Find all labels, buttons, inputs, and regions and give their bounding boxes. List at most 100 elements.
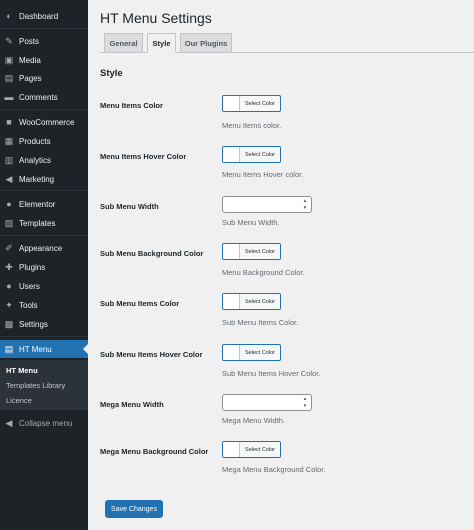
sidebar-item-label: Analytics [19, 155, 52, 165]
sidebar-item-templates[interactable]: ▧ Templates [0, 214, 88, 232]
tab-style[interactable]: Style [147, 33, 176, 53]
sidebar-item-posts[interactable]: ✎ Posts [0, 32, 88, 50]
sidebar-item-label: Plugins [19, 262, 46, 272]
submenu-item-htmenu[interactable]: HT Menu [6, 366, 38, 375]
sidebar-item-media[interactable]: ▣ Media [0, 51, 88, 69]
sidebar-item-woocommerce[interactable]: ■ WooCommerce [0, 113, 88, 131]
sidebar-separator [0, 109, 88, 110]
color-swatch [223, 244, 240, 259]
sidebar-item-label: Products [19, 136, 51, 146]
sidebar-item-plugins[interactable]: ✚ Plugins [0, 258, 88, 276]
templates-icon: ▧ [4, 217, 14, 228]
field-label: Menu Items Color [100, 101, 163, 110]
htmenu-submenu: HT Menu Templates Library Licence [0, 360, 88, 410]
sidebar-item-elementor[interactable]: ● Elementor [0, 195, 88, 213]
sidebar-item-label: Users [19, 281, 40, 291]
media-icon: ▣ [4, 54, 14, 65]
menu-items-hover-color-picker[interactable]: Select Color [222, 146, 281, 163]
pages-icon: ▤ [4, 72, 14, 83]
sidebar-item-htmenu[interactable]: ▤ HT Menu [0, 340, 88, 358]
sidebar-item-analytics[interactable]: ▥ Analytics [0, 151, 88, 169]
sidebar-item-label: HT Menu [19, 344, 52, 354]
menu-items-color-picker[interactable]: Select Color [222, 95, 281, 112]
active-indicator [83, 344, 88, 354]
field-description: Sub Menu Width. [222, 218, 280, 227]
sidebar-item-label: Posts [19, 36, 40, 46]
number-spinner-icon[interactable]: ▲ ▼ [302, 396, 308, 408]
wrench-icon: ✦ [5, 299, 13, 310]
sidebar-item-label: Tools [19, 300, 38, 310]
sidebar-item-dashboard[interactable]: ◐ Dashboard [0, 7, 88, 25]
field-description: Menu Items Hover color. [222, 170, 304, 179]
sidebar-item-label: Pages [19, 73, 42, 83]
users-icon: ● [6, 280, 12, 291]
mega-menu-background-color-picker[interactable]: Select Color [222, 441, 281, 458]
sidebar-item-label: Media [19, 55, 41, 65]
field-description: Menu Background Color. [222, 268, 305, 277]
sidebar-item-label: Settings [19, 319, 48, 329]
save-changes-button[interactable]: Save Changes [105, 500, 163, 518]
admin-sidebar: ◐ Dashboard ✎ Posts ▣ Media ▤ Pages ▬ Comment… [0, 0, 88, 530]
field-label: Sub Menu Background Color [100, 249, 204, 258]
page-title: HT Menu Settings [100, 10, 212, 26]
field-description: Mega Menu Width. [222, 416, 285, 425]
sidebar-item-label: Dashboard [19, 11, 59, 21]
field-description: Sub Menu Items Hover Color. [222, 369, 321, 378]
submenu-item-templates-library[interactable]: Templates Library [6, 381, 65, 390]
field-description: Mega Menu Background Color. [222, 465, 326, 474]
tab-our-plugins[interactable]: Our Plugins [180, 33, 232, 53]
sidebar-item-label: Elementor [19, 199, 56, 209]
select-color-label: Select Color [245, 349, 275, 356]
sidebar-item-tools[interactable]: ✦ Tools [0, 296, 88, 314]
sidebar-item-comments[interactable]: ▬ Comments [0, 88, 88, 106]
sidebar-item-marketing[interactable]: ◀ Marketing [0, 170, 88, 188]
htmenu-icon: ▤ [4, 343, 14, 354]
color-swatch [223, 294, 240, 309]
woocommerce-icon: ■ [6, 116, 12, 127]
pin-icon: ✎ [5, 35, 13, 46]
megaphone-icon: ◀ [5, 173, 13, 184]
collapse-menu-label: Collapse menu [19, 418, 73, 428]
field-label: Sub Menu Width [100, 202, 159, 211]
sidebar-separator [0, 336, 88, 337]
color-swatch [223, 96, 240, 111]
sidebar-item-label: WooCommerce [19, 117, 75, 127]
color-swatch [223, 442, 240, 457]
sub-menu-background-color-picker[interactable]: Select Color [222, 243, 281, 260]
field-label: Menu Items Hover Color [100, 152, 187, 161]
sidebar-item-users[interactable]: ● Users [0, 277, 88, 295]
field-description: Menu Items color. [222, 121, 282, 130]
field-description: Sub Menu Items Color. [222, 318, 299, 327]
sub-menu-items-hover-color-picker[interactable]: Select Color [222, 344, 281, 361]
sidebar-item-appearance[interactable]: ✐ Appearance [0, 239, 88, 257]
sidebar-separator [0, 28, 88, 29]
dashboard-icon: ◐ [6, 10, 12, 21]
plugins-icon: ✚ [5, 261, 13, 272]
sidebar-item-products[interactable]: ▦ Products [0, 132, 88, 150]
sidebar-item-label: Appearance [19, 243, 63, 253]
sidebar-separator [0, 190, 88, 191]
field-label: Mega Menu Width [100, 400, 164, 409]
sub-menu-items-color-picker[interactable]: Select Color [222, 293, 281, 310]
products-icon: ▦ [4, 135, 14, 146]
submenu-item-licence[interactable]: Licence [6, 396, 32, 405]
color-swatch [223, 147, 240, 162]
sidebar-item-pages[interactable]: ▤ Pages [0, 69, 88, 87]
sidebar-item-label: Marketing [19, 174, 55, 184]
settings-icon: ▩ [4, 318, 14, 329]
comments-icon: ▬ [4, 91, 14, 102]
select-color-label: Select Color [245, 446, 275, 453]
collapse-menu-button[interactable]: ◀ Collapse menu [0, 414, 88, 432]
mega-menu-width-input[interactable]: ▲ ▼ [222, 394, 312, 411]
sidebar-item-label: Comments [19, 92, 58, 102]
elementor-icon: ● [6, 198, 12, 209]
sidebar-item-label: Templates [19, 218, 56, 228]
brush-icon: ✐ [5, 242, 13, 253]
analytics-icon: ▥ [4, 154, 14, 165]
tab-general[interactable]: General [104, 33, 143, 53]
sub-menu-width-input[interactable]: ▲ ▼ [222, 196, 312, 213]
field-label: Sub Menu Items Hover Color [100, 350, 203, 359]
sidebar-item-settings[interactable]: ▩ Settings [0, 315, 88, 333]
number-spinner-icon[interactable]: ▲ ▼ [302, 198, 308, 210]
select-color-label: Select Color [245, 248, 275, 255]
